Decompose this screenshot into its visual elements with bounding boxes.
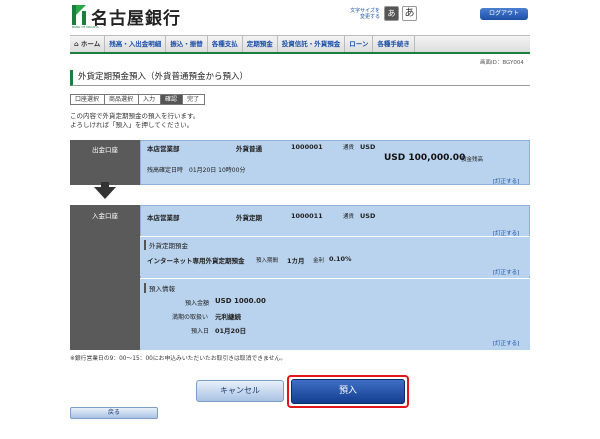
- credit-number: 1000011: [291, 212, 323, 220]
- bank-name-sub: BANK OF NAGOYA: [72, 25, 99, 29]
- credit-currency-label: 通貨: [343, 214, 355, 220]
- step-indicator: 口座選択 商品選択 入力 確認 完了: [70, 94, 206, 105]
- debit-balance-time: 残高確定日時 01月20日 10時00分: [147, 167, 246, 174]
- debit-number: 1000001: [291, 143, 323, 151]
- credit-branch: 本店営業部: [147, 214, 180, 222]
- step-complete: 完了: [182, 94, 206, 105]
- step-product: 商品選択: [104, 94, 140, 105]
- header: 名古屋銀行 BANK OF NAGOYA 文字サイズを 変更する あ あ ログア…: [0, 0, 600, 32]
- product-name: インターネット専用外貨定期預金: [147, 257, 245, 265]
- debit-balance-label: 預金残高: [461, 157, 484, 163]
- debit-currency: USD: [360, 143, 376, 151]
- debit-balance: USD 100,000.00: [384, 153, 466, 163]
- debit-correct-link[interactable]: [訂正する]: [493, 177, 519, 185]
- arrow-down-icon: [94, 187, 116, 199]
- notice-text: ※銀行営業日の9：00～15：00にお申込みいただいたお取引きは取消できません。: [70, 356, 287, 362]
- step-confirm: 確認: [160, 94, 184, 105]
- font-small-button[interactable]: あ: [384, 6, 399, 21]
- home-icon: ⌂: [74, 40, 79, 48]
- nav-balance[interactable]: 残高・入出金明細: [105, 36, 167, 52]
- step-account: 口座選択: [70, 94, 106, 105]
- deposit-date: 01月20日: [215, 327, 247, 335]
- nav-loan[interactable]: ローン: [345, 36, 374, 52]
- deposit-head: 預入情報: [144, 283, 175, 293]
- nav-home[interactable]: ⌂ ホーム: [70, 36, 106, 52]
- debit-branch: 本店営業部: [147, 145, 180, 153]
- deposit-submit-button[interactable]: 預入: [291, 379, 405, 404]
- deposit-maturity-label: 満期の取扱い: [172, 314, 209, 321]
- product-rate: 0.10%: [329, 255, 352, 263]
- global-nav: ⌂ ホーム 残高・入出金明細 振込・振替 各種支払 定期預金 投資信託・外貨預金…: [70, 35, 530, 54]
- product-term-label: 預入期間: [256, 258, 279, 264]
- deposit-amount: USD 1000.00: [215, 297, 266, 305]
- page-title: 外貨定期預金預入（外貨普通預金から預入）: [70, 70, 530, 86]
- bank-logo-icon: [72, 5, 86, 25]
- nav-procedures[interactable]: 各種手続き: [373, 36, 415, 52]
- bank-name[interactable]: 名古屋銀行: [91, 4, 181, 29]
- nav-transfer[interactable]: 振込・振替: [166, 36, 208, 52]
- font-size-label: 文字サイズを 変更する: [350, 8, 380, 20]
- nav-investment[interactable]: 投資信託・外貨預金: [278, 36, 346, 52]
- deposit-correct-link[interactable]: [訂正する]: [493, 339, 519, 347]
- product-term: 1カ月: [287, 257, 305, 265]
- debit-type: 外貨普通: [236, 145, 262, 153]
- back-button[interactable]: 戻る: [70, 407, 158, 419]
- debit-currency-label: 通貨: [343, 145, 355, 151]
- step-input: 入力: [138, 94, 162, 105]
- deposit-amount-label: 預入金額: [185, 300, 210, 307]
- intro-text: この内容で外貨定期預金の預入を行います。 よろしければ「預入」を押してください。: [70, 112, 200, 129]
- logout-button[interactable]: ログアウト: [480, 8, 528, 20]
- cancel-button[interactable]: キャンセル: [196, 380, 284, 402]
- deposit-maturity: 元利継続: [215, 313, 241, 321]
- product-correct-link[interactable]: [訂正する]: [493, 268, 519, 276]
- credit-currency: USD: [360, 212, 376, 220]
- deposit-date-label: 預入日: [191, 328, 210, 335]
- product-head: 外貨定期預金: [144, 240, 188, 250]
- product-rate-label: 金利: [313, 258, 325, 264]
- debit-account-label: 出金口座: [70, 140, 140, 185]
- screen-id: 画面ID：BGY004: [480, 60, 524, 66]
- nav-time-deposit[interactable]: 定期預金: [243, 36, 278, 52]
- font-large-button[interactable]: あ: [402, 6, 417, 21]
- credit-account-label: 入金口座: [70, 205, 140, 350]
- credit-type: 外貨定期: [236, 214, 262, 222]
- nav-payment[interactable]: 各種支払: [208, 36, 243, 52]
